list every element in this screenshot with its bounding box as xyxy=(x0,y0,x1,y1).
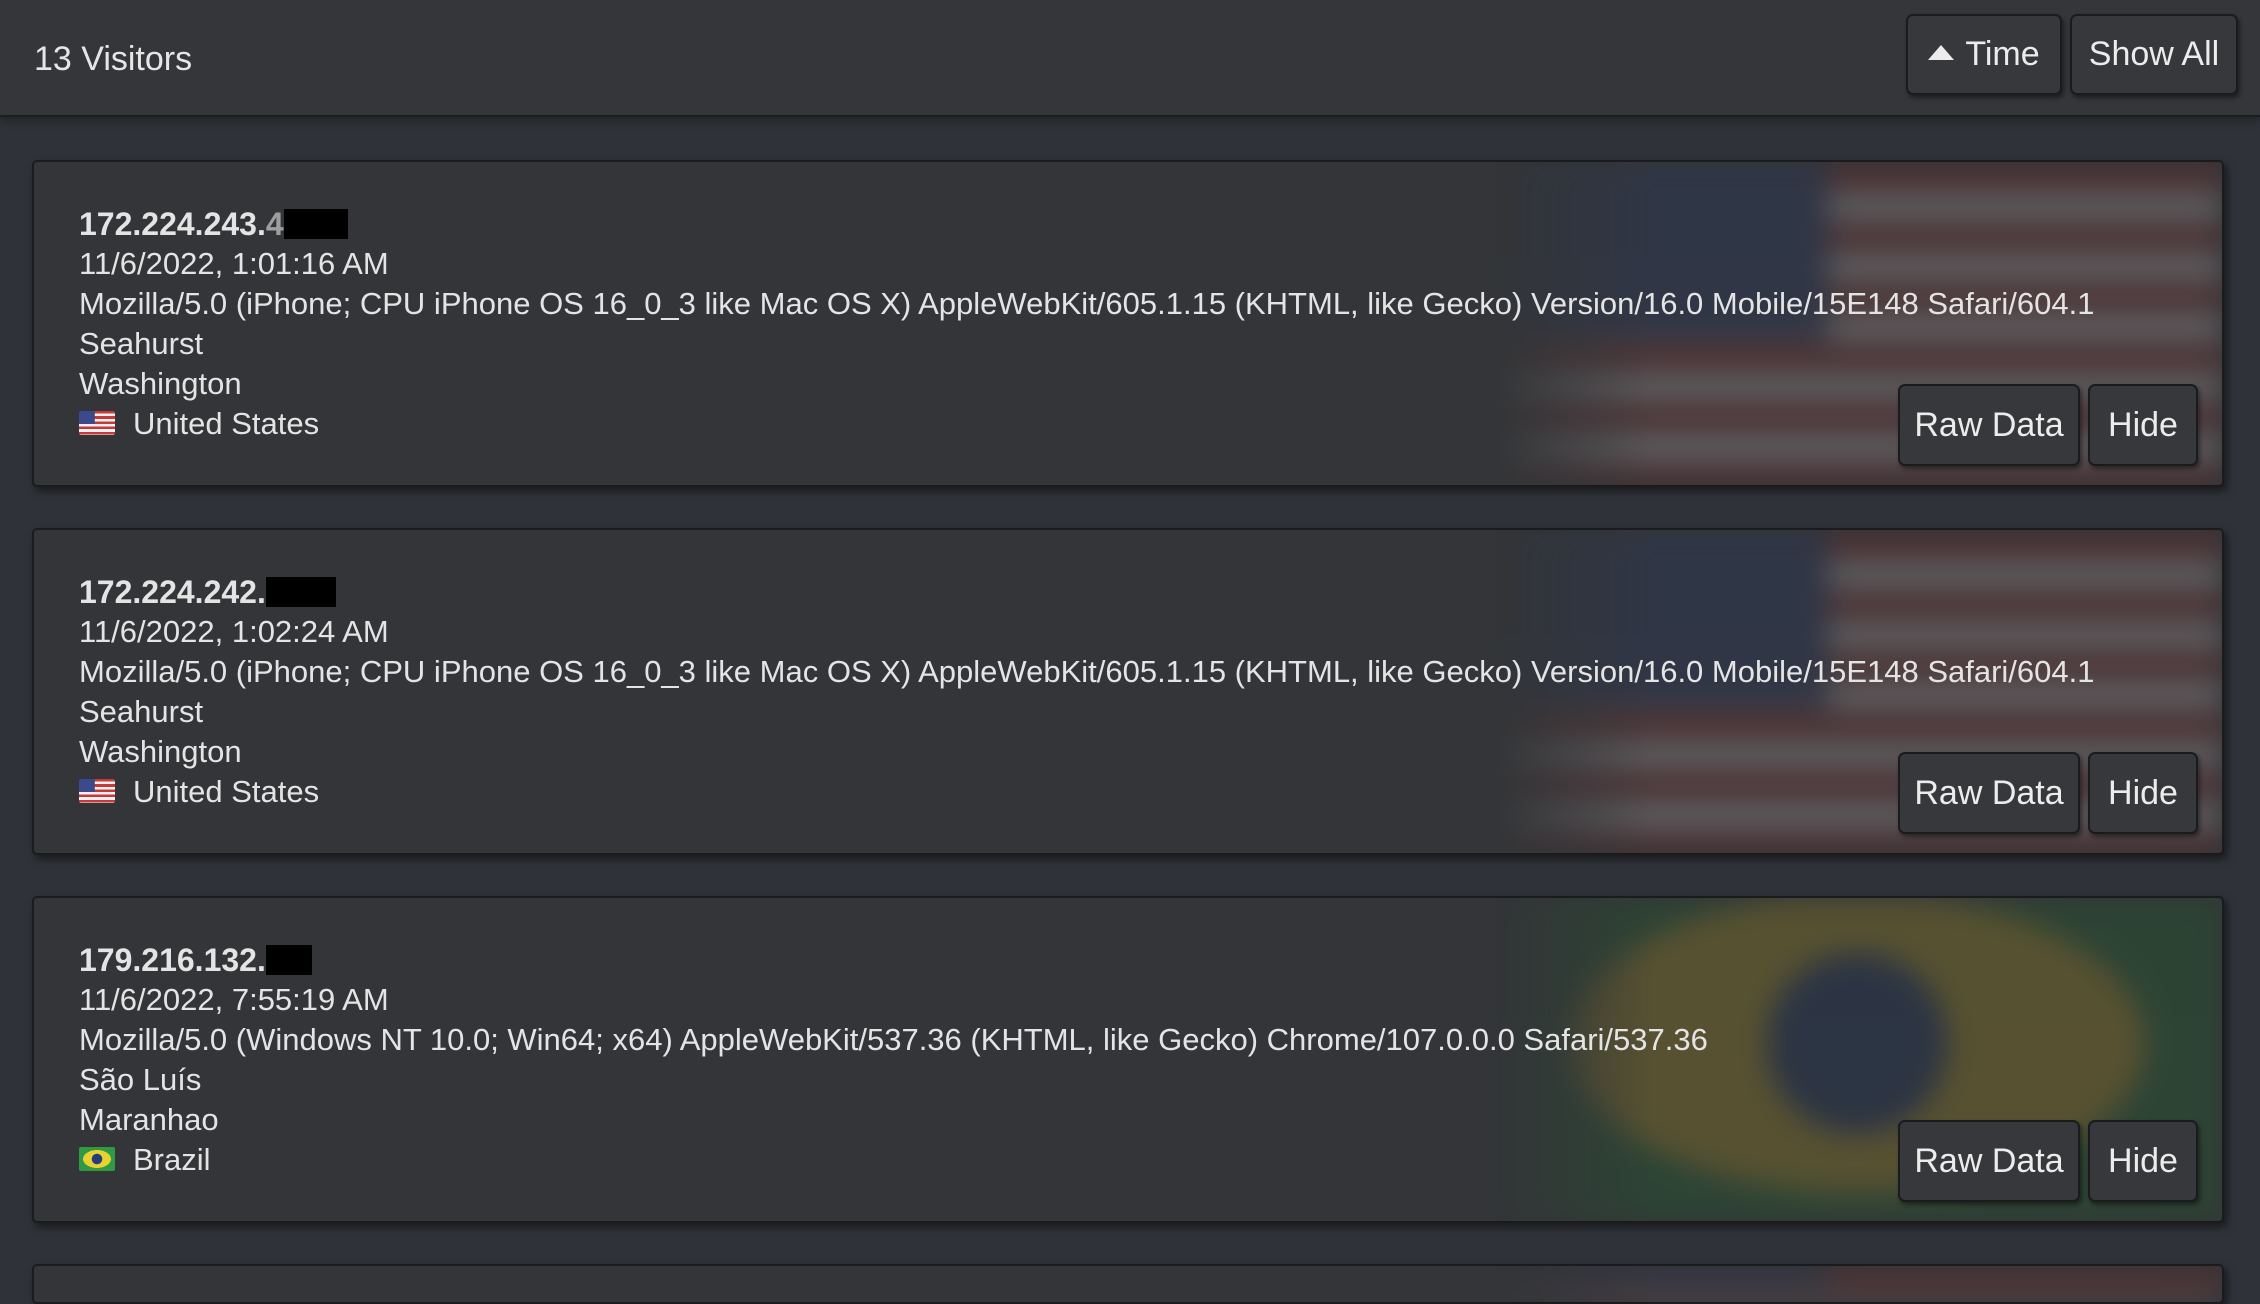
us-flag-background xyxy=(1492,1266,2222,1302)
redaction-block xyxy=(265,944,312,975)
sort-button-label: Time xyxy=(1965,35,2040,73)
redaction-block xyxy=(283,208,348,239)
visitor-user-agent: Mozilla/5.0 (iPhone; CPU iPhone OS 16_0_… xyxy=(79,286,2095,321)
visitor-card-partial xyxy=(32,1264,2224,1304)
visitor-region: Maranhao xyxy=(79,1102,219,1137)
raw-data-button[interactable]: Raw Data xyxy=(1898,1120,2080,1202)
show-all-button[interactable]: Show All xyxy=(2070,14,2238,95)
visitor-info: 172.224.243.4 11/6/2022, 1:01:16 AM Mozi… xyxy=(79,204,2095,444)
visitor-region: Washington xyxy=(79,366,242,401)
visitor-region: Washington xyxy=(79,734,242,769)
visitor-ip: 179.216.132. xyxy=(79,940,1708,980)
visitor-country: United States xyxy=(79,772,2095,812)
visitor-time: 11/6/2022, 1:02:24 AM xyxy=(79,614,389,649)
visitor-ip: 172.224.243.4 xyxy=(79,204,2095,244)
caret-up-icon xyxy=(1928,45,1955,60)
redaction-block xyxy=(265,576,336,607)
visitor-city: São Luís xyxy=(79,1062,202,1097)
visitor-ip: 172.224.242. xyxy=(79,572,2095,612)
visitor-country: Brazil xyxy=(79,1140,1708,1180)
visitor-card: 172.224.242. 11/6/2022, 1:02:24 AM Mozil… xyxy=(32,528,2224,855)
visitor-info: 172.224.242. 11/6/2022, 1:02:24 AM Mozil… xyxy=(79,572,2095,812)
sort-by-time-button[interactable]: Time xyxy=(1906,14,2062,95)
visitor-time: 11/6/2022, 1:01:16 AM xyxy=(79,246,389,281)
visitor-user-agent: Mozilla/5.0 (Windows NT 10.0; Win64; x64… xyxy=(79,1022,1708,1057)
visitor-card: 179.216.132. 11/6/2022, 7:55:19 AM Mozil… xyxy=(32,896,2224,1223)
hide-button[interactable]: Hide xyxy=(2088,384,2198,466)
visitor-time: 11/6/2022, 7:55:19 AM xyxy=(79,982,389,1017)
visitor-count: 13 Visitors xyxy=(34,40,193,78)
hide-button[interactable]: Hide xyxy=(2088,752,2198,834)
raw-data-button[interactable]: Raw Data xyxy=(1898,752,2080,834)
visitor-card: 172.224.243.4 11/6/2022, 1:01:16 AM Mozi… xyxy=(32,160,2224,487)
visitor-city: Seahurst xyxy=(79,326,204,361)
raw-data-button[interactable]: Raw Data xyxy=(1898,384,2080,466)
us-flag-icon xyxy=(79,778,115,803)
br-flag-icon xyxy=(79,1146,115,1171)
visitor-user-agent: Mozilla/5.0 (iPhone; CPU iPhone OS 16_0_… xyxy=(79,654,2095,689)
visitor-info: 179.216.132. 11/6/2022, 7:55:19 AM Mozil… xyxy=(79,940,1708,1180)
top-bar: 13 Visitors Time Show All xyxy=(0,0,2260,117)
us-flag-icon xyxy=(79,410,115,435)
visitor-city: Seahurst xyxy=(79,694,204,729)
hide-button[interactable]: Hide xyxy=(2088,1120,2198,1202)
visitor-country: United States xyxy=(79,404,2095,444)
